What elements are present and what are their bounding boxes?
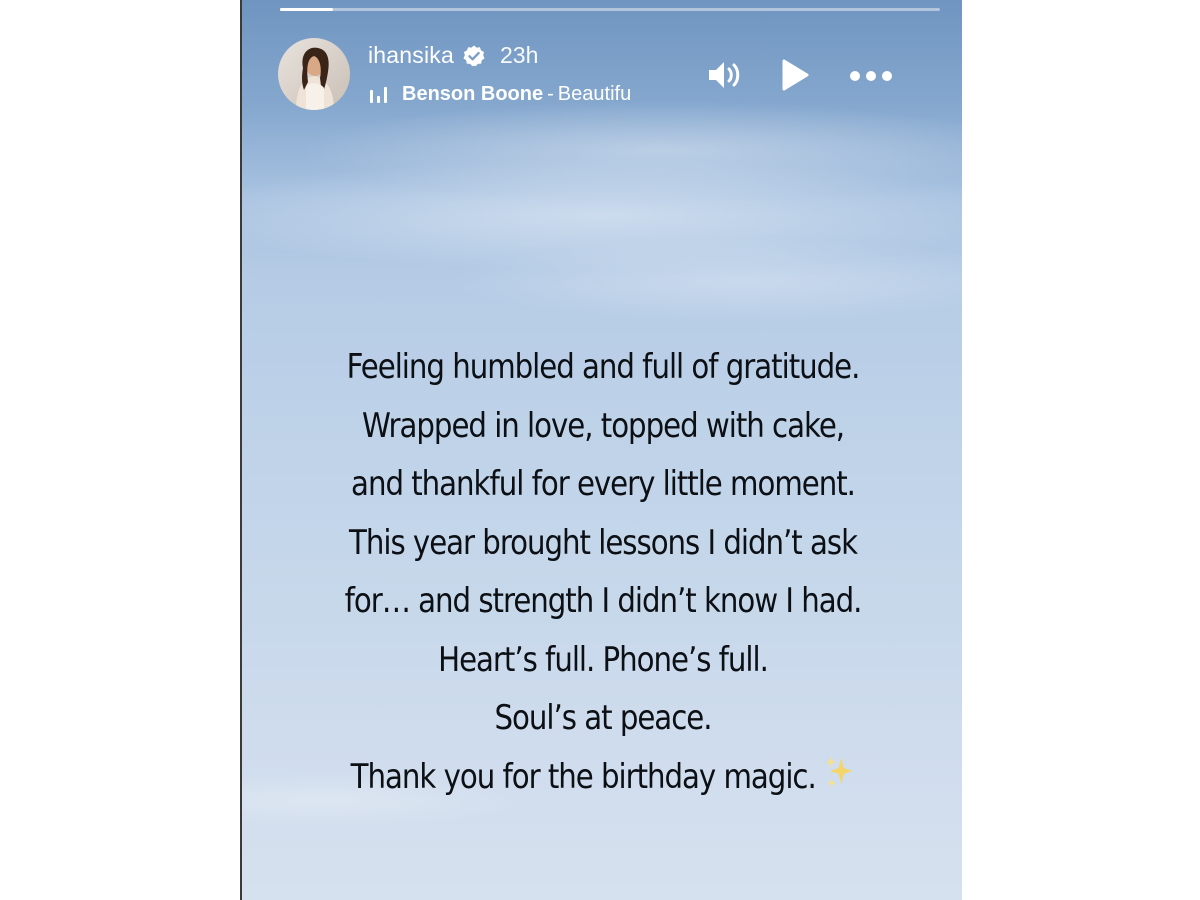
avatar[interactable] bbox=[278, 38, 350, 110]
more-options-icon[interactable] bbox=[848, 68, 894, 87]
speaker-icon[interactable] bbox=[706, 58, 742, 96]
caption-line: Heart’s full. Phone’s full. bbox=[438, 639, 769, 680]
caption-line: and thankful for every little moment. bbox=[351, 464, 856, 504]
caption-line: Thank you for the birthday magic. bbox=[350, 756, 817, 797]
caption-last-line: Thank you for the birthday magic. bbox=[293, 748, 914, 809]
story-progress-bar bbox=[280, 8, 940, 11]
username[interactable]: ihansika bbox=[368, 42, 454, 69]
story-header: ihansika 23h Benson Boone - Beautifu bbox=[278, 38, 928, 112]
music-song-title: Beautifu bbox=[557, 83, 632, 105]
page: ihansika 23h Benson Boone - Beautifu Fee… bbox=[0, 0, 1200, 900]
verified-badge-icon bbox=[462, 44, 486, 68]
caption-line: for… and strength I didn’t know I had. bbox=[344, 581, 863, 621]
music-info[interactable]: Benson Boone - Beautifu bbox=[368, 83, 631, 106]
story-caption: Feeling humbled and full of gratitude. W… bbox=[293, 338, 914, 808]
caption-line: Wrapped in love, topped with cake, bbox=[361, 405, 845, 446]
profile-photo-icon bbox=[278, 38, 350, 110]
caption-line: Feeling humbled and full of gratitude. bbox=[346, 347, 861, 387]
story-progress-fill bbox=[280, 8, 333, 11]
play-icon[interactable] bbox=[780, 58, 810, 96]
story-viewer[interactable]: ihansika 23h Benson Boone - Beautifu Fee… bbox=[240, 0, 962, 900]
music-separator: - bbox=[547, 83, 554, 105]
user-info-row: ihansika 23h bbox=[368, 42, 538, 69]
caption-line: This year brought lessons I didn’t ask bbox=[349, 522, 858, 563]
music-artist: Benson Boone bbox=[402, 83, 544, 105]
audio-bars-icon bbox=[368, 84, 390, 106]
caption-line: Soul’s at peace. bbox=[494, 698, 713, 738]
sparkles-icon bbox=[824, 750, 855, 809]
post-time: 23h bbox=[500, 42, 539, 68]
story-controls bbox=[706, 58, 894, 96]
